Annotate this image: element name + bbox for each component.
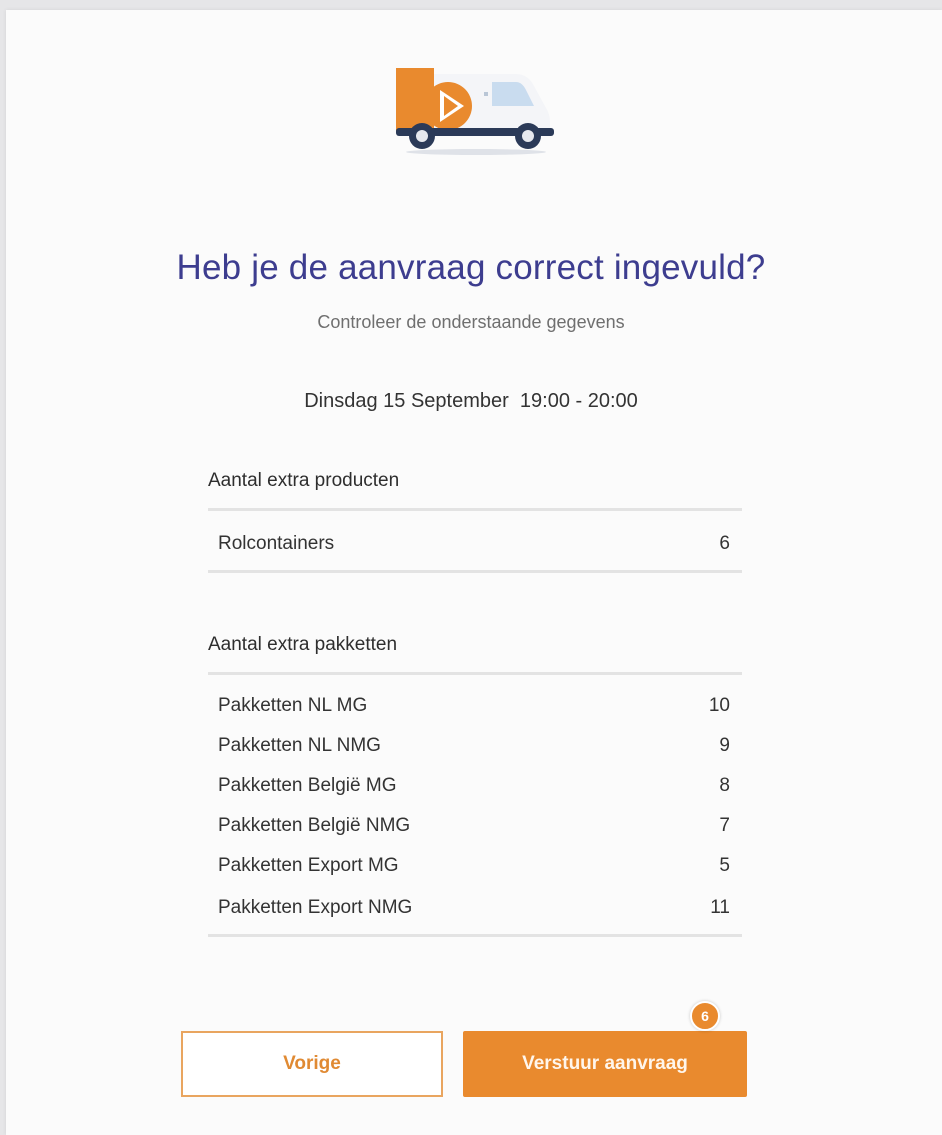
product-name: Rolcontainers bbox=[218, 533, 335, 554]
package-row: Pakketten België MG 8 bbox=[218, 775, 730, 797]
package-name: Pakketten België NMG bbox=[218, 815, 411, 836]
divider bbox=[208, 934, 742, 937]
package-count: 7 bbox=[719, 815, 730, 836]
divider bbox=[208, 672, 742, 675]
appointment-date-time: Dinsdag 15 September 19:00 - 20:00 bbox=[304, 390, 638, 412]
package-count: 10 bbox=[708, 695, 730, 716]
package-name: Pakketten NL NMG bbox=[218, 735, 381, 756]
package-count: 9 bbox=[719, 735, 730, 756]
package-row: Pakketten NL MG 10 bbox=[218, 695, 730, 717]
package-row: Pakketten België NMG 7 bbox=[218, 815, 730, 837]
extra-products-label: Aantal extra producten bbox=[208, 470, 400, 491]
package-count: 5 bbox=[719, 855, 730, 876]
package-name: Pakketten Export MG bbox=[218, 855, 399, 876]
package-count: 11 bbox=[710, 897, 730, 918]
page-subtitle: Controleer de onderstaande gegevens bbox=[317, 312, 625, 332]
divider bbox=[208, 570, 742, 573]
delivery-van-icon bbox=[396, 68, 554, 155]
previous-button[interactable]: Vorige bbox=[181, 1031, 443, 1097]
product-row: Rolcontainers 6 bbox=[218, 533, 730, 555]
step-badge: 6 bbox=[690, 1001, 720, 1031]
product-count: 6 bbox=[719, 533, 730, 554]
package-count: 8 bbox=[719, 775, 730, 796]
package-name: Pakketten NL MG bbox=[218, 695, 368, 716]
extra-packages-label: Aantal extra pakketten bbox=[208, 634, 398, 655]
divider bbox=[208, 508, 742, 511]
package-row: Pakketten NL NMG 9 bbox=[218, 735, 730, 757]
package-row: Pakketten Export MG 5 bbox=[218, 855, 730, 877]
submit-request-button[interactable]: Verstuur aanvraag bbox=[463, 1031, 747, 1097]
page-title: Heb je de aanvraag correct ingevuld? bbox=[176, 248, 766, 287]
package-row: Pakketten Export NMG 11 bbox=[218, 897, 730, 919]
package-name: Pakketten Export NMG bbox=[218, 897, 413, 918]
package-name: Pakketten België MG bbox=[218, 775, 397, 796]
